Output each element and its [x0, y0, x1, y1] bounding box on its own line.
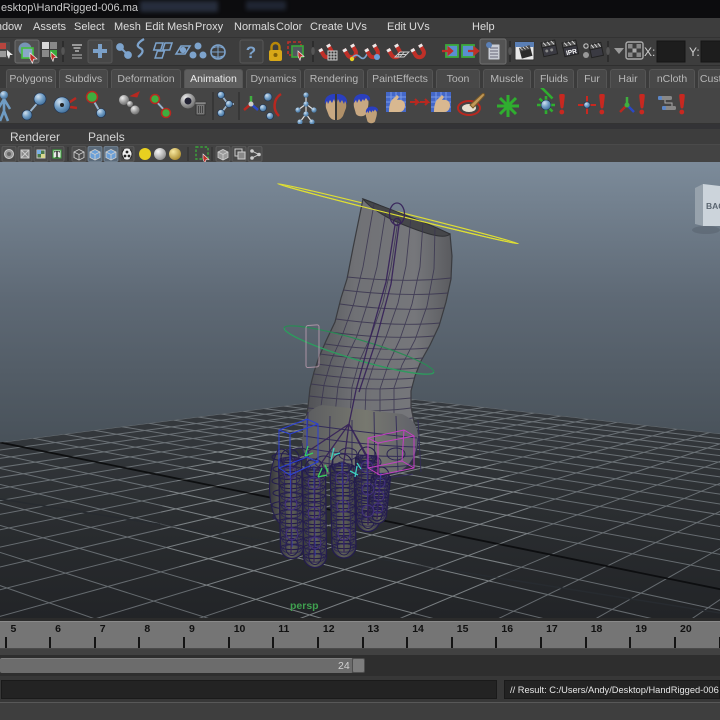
svg-text:BAC: BAC [706, 201, 720, 211]
svg-text:X:: X: [644, 45, 655, 59]
svg-text:IPR: IPR [566, 48, 578, 57]
svg-text:T: T [54, 150, 60, 160]
svg-text:?: ? [246, 43, 256, 62]
svg-text:persp: persp [290, 600, 319, 612]
svg-text:Y:: Y: [689, 45, 700, 59]
